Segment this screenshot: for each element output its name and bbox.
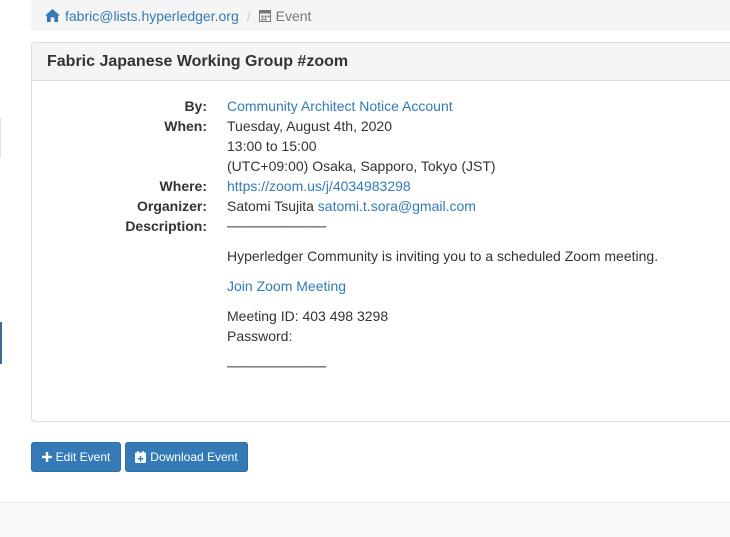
event-details: By: Community Architect Notice Account W… — [32, 96, 730, 376]
event-where-row: Where: https://zoom.us/j/4034983298 — [32, 176, 730, 196]
event-description-row: Description: ────────── — [32, 216, 730, 236]
join-zoom-link[interactable]: Join Zoom Meeting — [227, 278, 346, 294]
when-date: Tuesday, August 4th, 2020 — [227, 118, 393, 134]
meeting-password: Password: — [227, 328, 293, 344]
by-link[interactable]: Community Architect Notice Account — [227, 98, 453, 114]
edit-event-label: Edit Event — [55, 450, 111, 464]
organizer-name: Satomi Tsujita — [227, 198, 314, 214]
calendar-plus-icon — [135, 451, 147, 463]
description-label: Description: — [125, 218, 207, 234]
event-panel-heading: Fabric Japanese Working Group #zoom — [32, 43, 730, 81]
event-by-row: By: Community Architect Notice Account — [32, 96, 730, 116]
when-time: 13:00 to 15:00 — [227, 138, 317, 154]
organizer-email-link[interactable]: satomi.t.sora@gmail.com — [318, 198, 476, 214]
description-rule-top: ────────── — [227, 218, 327, 234]
edit-event-button[interactable]: Edit Event — [31, 442, 121, 472]
when-timezone: (UTC+09:00) Osaka, Sapporo, Tokyo (JST) — [227, 158, 496, 174]
breadcrumb-current-label: Event — [275, 7, 312, 24]
by-label: By: — [184, 98, 207, 114]
description-body: Hyperledger Community is inviting you to… — [227, 236, 730, 376]
sidebar-active-indicator — [0, 322, 2, 364]
breadcrumb-group-link[interactable]: fabric@lists.hyperledger.org — [45, 8, 239, 24]
download-event-label: Download Event — [150, 450, 238, 464]
event-panel: Fabric Japanese Working Group #zoom By: … — [31, 42, 730, 422]
breadcrumb-separator: / — [246, 7, 251, 24]
meeting-id: Meeting ID: 403 498 3298 — [227, 308, 389, 324]
event-title: Fabric Japanese Working Group #zoom — [47, 52, 349, 70]
description-rule-bottom: ────────── — [227, 358, 327, 374]
where-label: Where: — [159, 178, 207, 194]
download-event-button[interactable]: Download Event — [125, 442, 248, 472]
organizer-label: Organizer: — [136, 198, 207, 214]
page-footer — [0, 502, 730, 537]
event-organizer-row: Organizer: Satomi Tsujita satomi.t.sora@… — [32, 196, 730, 216]
breadcrumb: fabric@lists.hyperledger.org / Event — [31, 0, 730, 31]
when-label: When: — [164, 118, 207, 134]
breadcrumb-group-label: fabric@lists.hyperledger.org — [65, 7, 239, 24]
plus-icon — [41, 452, 52, 462]
event-when-row: When: Tuesday, August 4th, 2020 13:00 to… — [32, 116, 730, 176]
description-invite: Hyperledger Community is inviting you to… — [227, 248, 659, 264]
breadcrumb-current: Event — [258, 7, 312, 24]
sidebar-edge — [0, 118, 1, 158]
where-link[interactable]: https://zoom.us/j/4034983298 — [227, 178, 411, 194]
home-icon — [45, 9, 60, 22]
calendar-icon — [258, 10, 271, 22]
